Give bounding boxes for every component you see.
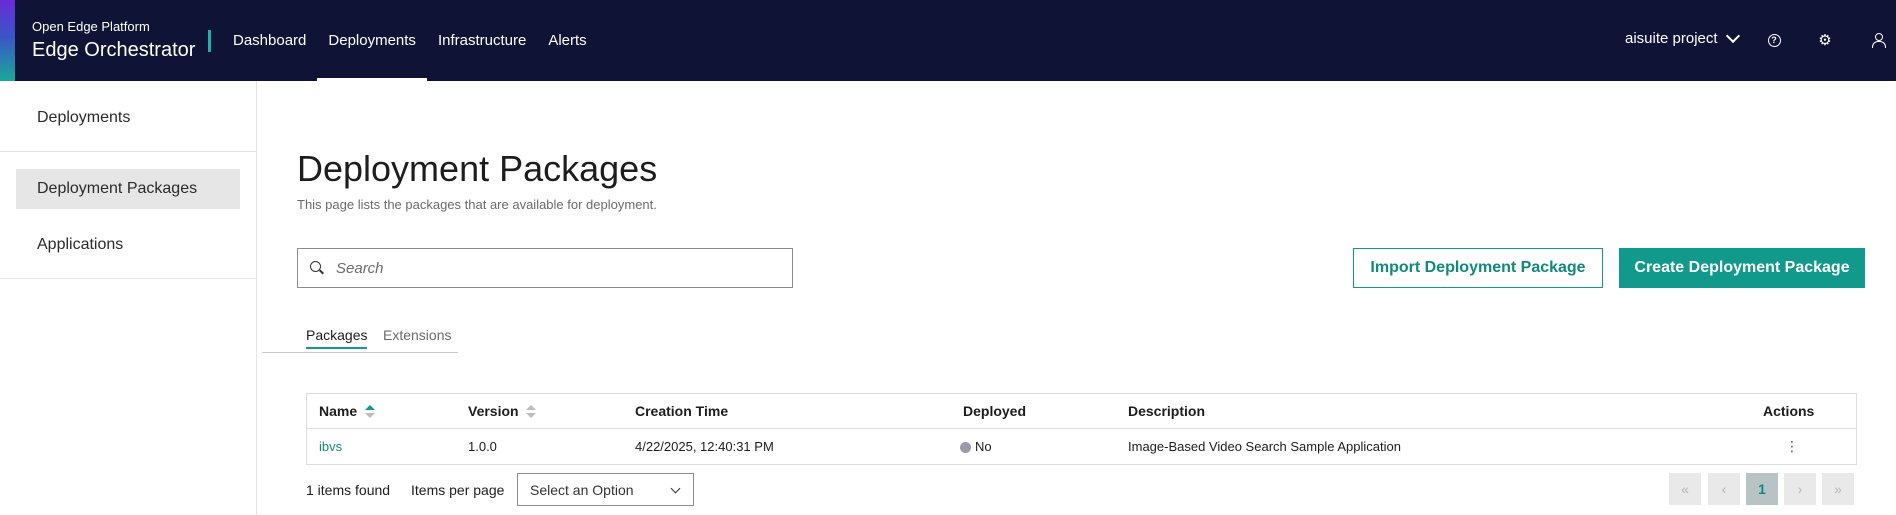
import-deployment-package-button[interactable]: Import Deployment Package — [1353, 248, 1603, 288]
packages-table: Name Version Creation Time Deployed Desc… — [306, 393, 1857, 465]
search-input[interactable] — [336, 259, 776, 277]
nav-deployments[interactable]: Deployments — [317, 0, 427, 81]
sidebar-divider — [0, 151, 256, 152]
sidebar-item-deployments[interactable]: Deployments — [16, 98, 240, 138]
project-selector[interactable]: aisuite project — [1625, 28, 1740, 47]
next-page-button[interactable]: › — [1784, 473, 1816, 505]
brand-accent-stripe — [0, 0, 15, 81]
status-dot-icon — [960, 442, 971, 454]
brand-divider — [208, 30, 211, 52]
chevron-down-icon — [1725, 28, 1740, 43]
column-header-label: Version — [468, 402, 519, 419]
help-button[interactable]: ? — [1764, 30, 1784, 50]
brand-logo[interactable]: Open Edge Platform Edge Orchestrator — [32, 18, 195, 62]
table-row: ibvs 1.0.0 4/22/2025, 12:40:31 PM No Ima… — [307, 429, 1856, 464]
tab-packages[interactable]: Packages — [306, 327, 368, 349]
sidebar-divider — [0, 278, 256, 279]
previous-page-button[interactable]: ‹ — [1708, 473, 1740, 505]
column-header-name[interactable]: Name — [319, 402, 376, 419]
settings-button[interactable]: ⚙ — [1815, 30, 1835, 50]
search-icon — [310, 261, 324, 275]
top-navigation-bar: Open Edge Platform Edge Orchestrator Das… — [0, 0, 1896, 81]
create-deployment-package-button[interactable]: Create Deployment Package — [1619, 248, 1865, 288]
column-header-description: Description — [1128, 403, 1206, 419]
nav-dashboard[interactable]: Dashboard — [222, 0, 317, 81]
column-header-deployed: Deployed — [963, 403, 1027, 419]
column-header-creation-time: Creation Time — [635, 403, 729, 419]
package-creation-time: 4/22/2025, 12:40:31 PM — [635, 439, 774, 454]
deployed-status-text: No — [975, 439, 992, 454]
sidebar-item-deployment-packages[interactable]: Deployment Packages — [16, 169, 240, 209]
tabs-underline — [262, 352, 458, 353]
user-icon — [1871, 33, 1886, 48]
chevron-down-icon — [670, 483, 681, 494]
nav-alerts[interactable]: Alerts — [537, 0, 597, 81]
user-menu-button[interactable] — [1868, 30, 1888, 50]
package-name-link[interactable]: ibvs — [319, 439, 342, 454]
tab-extensions[interactable]: Extensions — [383, 327, 451, 343]
items-per-page-label: Items per page — [411, 482, 505, 498]
column-header-label: Name — [319, 402, 358, 419]
package-version: 1.0.0 — [468, 439, 497, 454]
gear-icon: ⚙ — [1818, 32, 1832, 49]
nav-infrastructure[interactable]: Infrastructure — [427, 0, 537, 81]
sidebar: Deployments Deployment Packages Applicat… — [0, 81, 257, 515]
sort-ascending-icon — [365, 405, 376, 419]
brand-platform-name: Open Edge Platform — [32, 19, 150, 34]
items-per-page-select[interactable]: Select an Option — [517, 473, 694, 506]
row-actions-kebab-icon[interactable]: ⋮ — [1785, 438, 1799, 455]
package-description: Image-Based Video Search Sample Applicat… — [1128, 439, 1401, 454]
help-icon: ? — [1767, 33, 1781, 47]
select-value: Select an Option — [530, 481, 634, 498]
items-found-count: 1 items found — [306, 482, 391, 498]
column-header-version[interactable]: Version — [468, 402, 537, 419]
main-nav: Dashboard Deployments Infrastructure Ale… — [222, 0, 598, 81]
package-deployed-status: No — [960, 439, 992, 454]
last-page-button[interactable]: » — [1822, 473, 1854, 505]
column-header-actions: Actions — [1763, 403, 1815, 419]
brand-product-name: Edge Orchestrator — [32, 39, 196, 61]
page-title: Deployment Packages — [297, 148, 658, 189]
sidebar-item-applications[interactable]: Applications — [16, 225, 240, 265]
table-header: Name Version Creation Time Deployed Desc… — [307, 394, 1856, 429]
sort-icon — [526, 405, 537, 419]
page-subtitle: This page lists the packages that are av… — [297, 197, 657, 212]
project-name: aisuite project — [1625, 30, 1718, 47]
page-number-button[interactable]: 1 — [1746, 473, 1778, 505]
search-box — [297, 248, 793, 288]
first-page-button[interactable]: « — [1669, 473, 1701, 505]
